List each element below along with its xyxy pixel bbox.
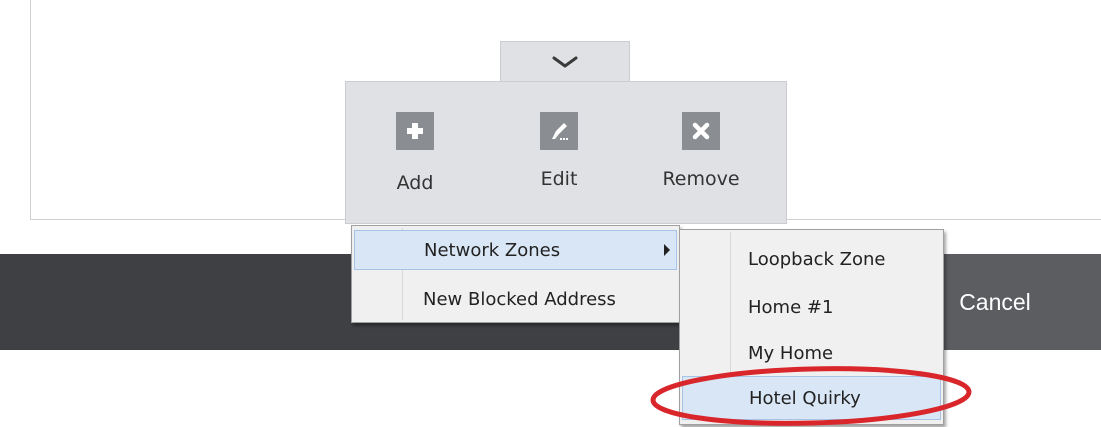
edit-label: Edit [540,168,578,190]
plus-icon [396,112,434,150]
close-icon [682,112,720,150]
chevron-down-icon [552,56,578,68]
action-toolbar: Add Edit Remove [345,81,787,241]
submenu-item-hotel-quirky[interactable]: Hotel Quirky [682,376,941,420]
menu-item-label: Hotel Quirky [749,387,861,409]
remove-button[interactable]: Remove [646,112,756,190]
collapse-toolbar-tab[interactable] [500,41,630,82]
submenu-item-home-1[interactable]: Home #1 [682,284,941,330]
menu-item-network-zones[interactable]: Network Zones [354,230,677,270]
cancel-label: Cancel [959,288,1031,315]
submenu-arrow-icon [664,244,670,256]
network-zones-submenu: Loopback Zone Home #1 My Home Hotel Quir… [679,229,944,425]
menu-item-label: New Blocked Address [423,288,616,310]
menu-item-label: Loopback Zone [748,248,886,270]
add-button[interactable]: Add [360,112,470,241]
edit-button[interactable]: Edit [504,112,614,190]
cancel-button[interactable]: Cancel [935,254,1101,350]
menu-item-label: Network Zones [424,239,561,261]
submenu-item-my-home[interactable]: My Home [682,330,941,376]
menu-item-label: My Home [748,342,834,364]
submenu-item-loopback-zone[interactable]: Loopback Zone [682,236,941,282]
add-dropdown-menu: Network Zones New Blocked Address [351,225,680,323]
menu-item-label: Home #1 [748,296,834,318]
add-label: Add [396,172,434,194]
remove-label: Remove [662,168,740,190]
pencil-icon [540,112,578,150]
menu-item-new-blocked-address[interactable]: New Blocked Address [354,279,677,319]
